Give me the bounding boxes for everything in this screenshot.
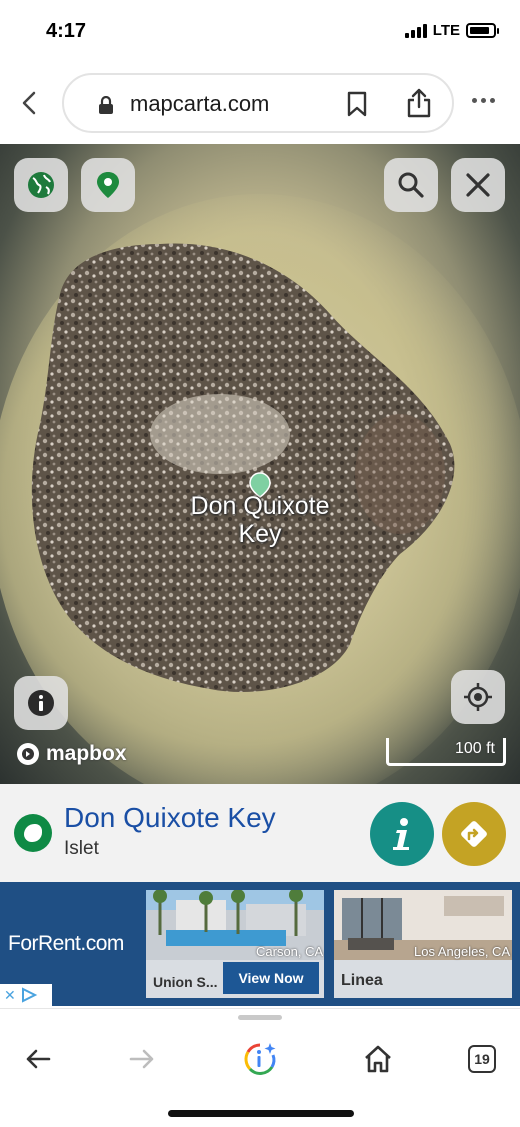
mapbox-text: mapbox <box>46 742 127 765</box>
lock-icon <box>99 96 113 114</box>
sheet-grabber[interactable] <box>238 1015 282 1020</box>
directions-icon <box>461 821 487 847</box>
browser-address-row: mapcarta.com <box>0 72 520 134</box>
directions-button[interactable] <box>442 802 506 866</box>
map-scale-bar: 100 ft <box>386 738 506 766</box>
address-bar[interactable]: mapcarta.com <box>62 73 454 133</box>
search-icon <box>398 172 424 198</box>
tab-count: 19 <box>468 1045 496 1073</box>
arrow-right-icon <box>129 1049 154 1069</box>
home-indicator[interactable] <box>168 1110 354 1117</box>
bookmark-icon[interactable] <box>346 91 368 117</box>
place-name[interactable]: Don Quixote Key <box>64 802 276 834</box>
tabs-button[interactable]: 19 <box>462 1039 502 1079</box>
islet-icon <box>14 814 52 852</box>
signal-icon <box>404 23 427 38</box>
info-icon <box>28 690 54 716</box>
url-text[interactable]: mapcarta.com <box>130 91 269 117</box>
more-options-icon[interactable] <box>472 98 495 103</box>
ad-card-2[interactable]: Los Angeles, CA Linea <box>334 890 512 998</box>
map-view[interactable]: Don Quixote Key mapbox 100 ft <box>0 144 520 784</box>
advertisement-banner[interactable]: ForRent.com ✕ Carson, CA Union S... View… <box>0 882 520 1006</box>
mapbox-attribution[interactable]: mapbox <box>16 742 127 766</box>
place-type: Islet <box>64 838 99 859</box>
status-time: 4:17 <box>46 20 87 42</box>
network-label: LTE <box>432 22 460 39</box>
ad-card-1[interactable]: Carson, CA Union S... View Now <box>146 890 324 998</box>
globe-icon <box>28 172 54 198</box>
google-lens-icon <box>244 1043 276 1075</box>
map-label-line-1: Don Quixote <box>190 492 330 520</box>
browser-back-button[interactable] <box>14 86 44 120</box>
location-pin-button[interactable] <box>81 158 135 212</box>
map-search-button[interactable] <box>384 158 438 212</box>
battery-level <box>470 27 489 34</box>
status-bar: 4:17 LTE <box>0 0 520 62</box>
google-assistant-button[interactable] <box>240 1039 280 1079</box>
globe-button[interactable] <box>14 158 68 212</box>
locate-me-button[interactable] <box>451 670 505 724</box>
browser-toolbar: 19 <box>0 1008 520 1127</box>
ad-card-2-location: Los Angeles, CA <box>414 944 511 959</box>
back-button[interactable] <box>18 1039 58 1079</box>
mapbox-logo-icon <box>17 743 39 765</box>
adchoices-icon[interactable] <box>20 987 38 1003</box>
share-icon[interactable] <box>406 88 432 118</box>
map-place-label[interactable]: Don Quixote Key <box>160 492 360 548</box>
forward-button[interactable] <box>122 1039 162 1079</box>
ad-card-2-title: Linea <box>341 972 383 989</box>
ad-brand-logo[interactable]: ForRent.com <box>8 932 124 956</box>
place-info-panel: Don Quixote Key Islet <box>0 784 520 882</box>
close-icon <box>466 173 490 197</box>
map-info-button[interactable] <box>14 676 68 730</box>
arrow-left-icon <box>26 1049 51 1069</box>
locate-icon <box>464 683 492 711</box>
info-i-icon <box>393 818 409 850</box>
island-imagery <box>31 243 455 692</box>
close-ad-icon[interactable]: ✕ <box>4 987 16 1004</box>
ad-card-1-title: Union S... <box>153 974 218 990</box>
home-icon <box>365 1045 391 1073</box>
scale-label: 100 ft <box>454 740 495 757</box>
ad-card-1-location: Carson, CA <box>256 944 324 959</box>
view-now-button[interactable]: View Now <box>223 962 319 994</box>
status-icons: LTE <box>404 22 499 39</box>
home-button[interactable] <box>358 1039 398 1079</box>
map-close-button[interactable] <box>451 158 505 212</box>
battery-icon <box>466 23 499 38</box>
chevron-left-icon <box>22 91 36 115</box>
location-pin-icon <box>97 172 119 198</box>
ad-choices[interactable]: ✕ <box>0 984 52 1006</box>
place-info-button[interactable] <box>370 802 434 866</box>
map-label-line-2: Key <box>238 520 282 548</box>
